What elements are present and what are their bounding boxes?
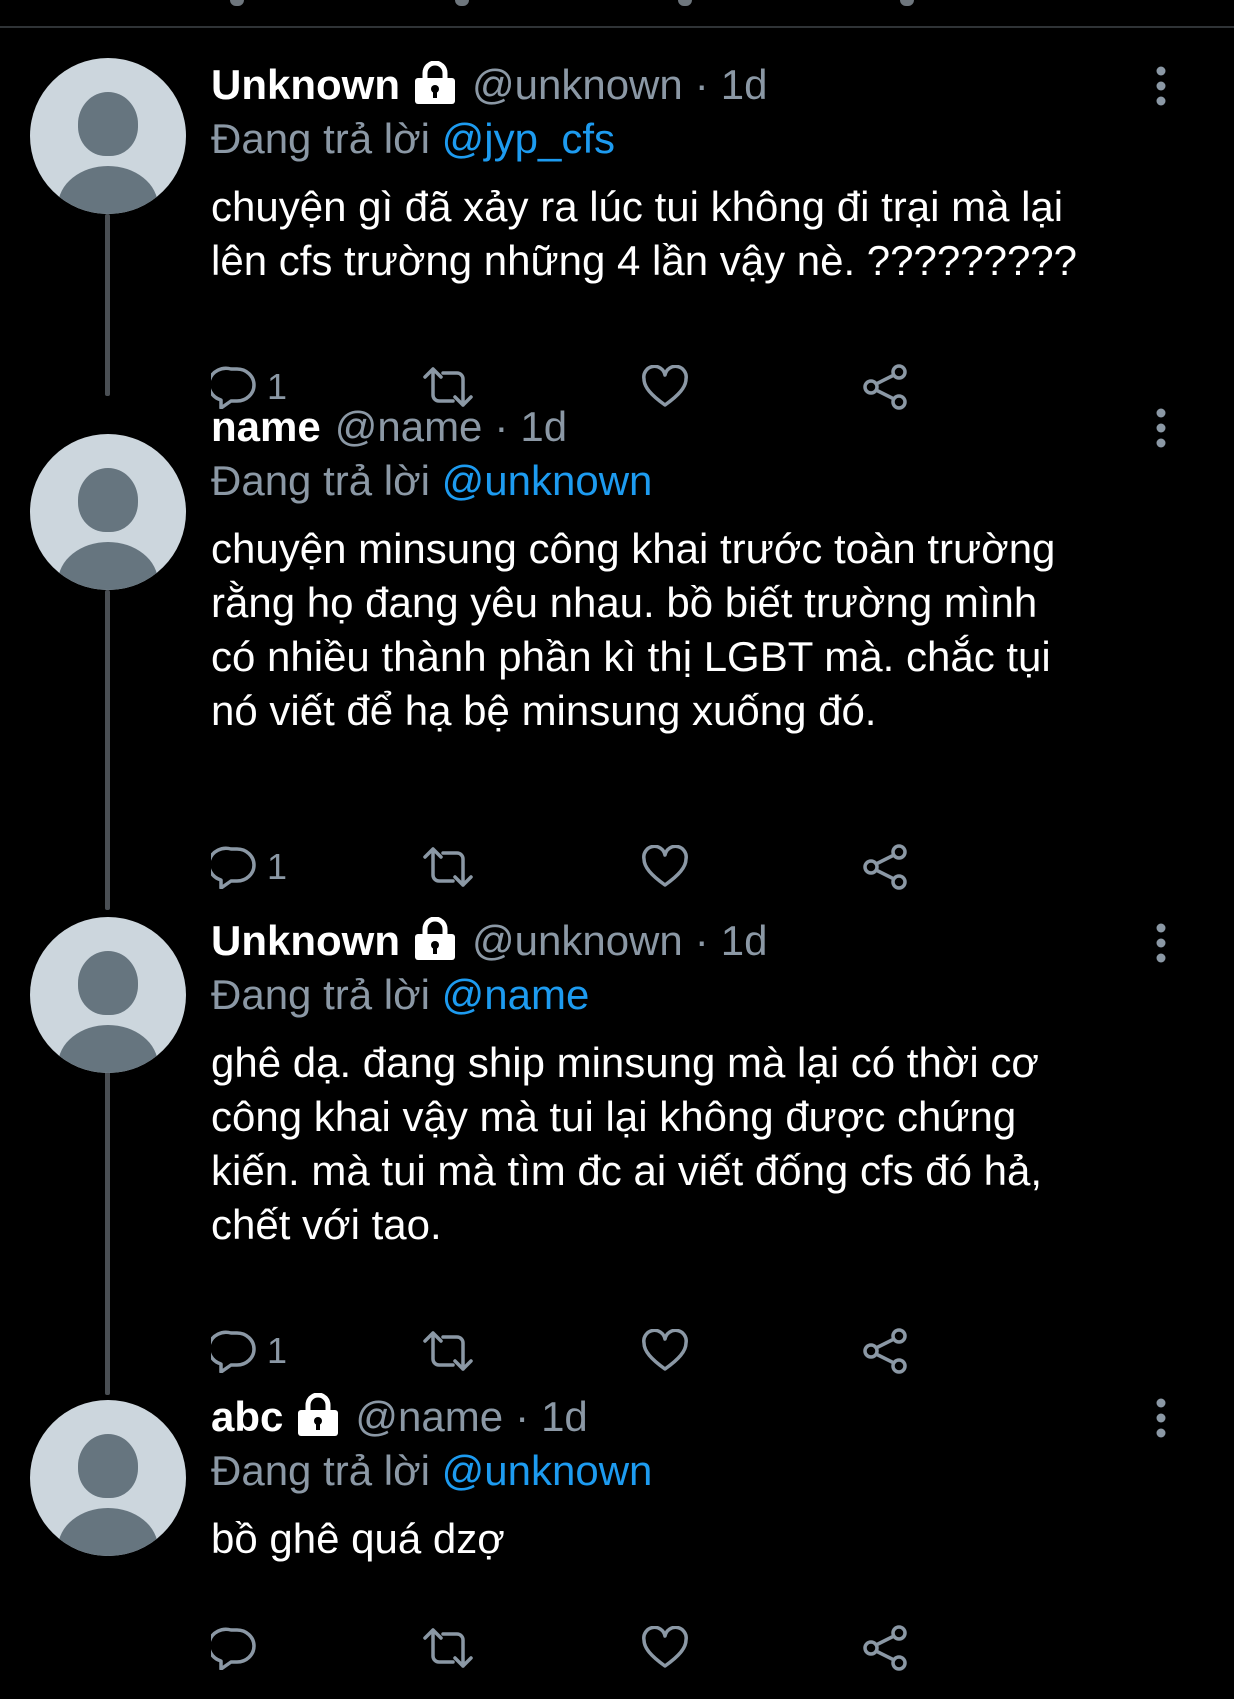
avatar[interactable] [30,917,186,1073]
more-vertical-icon[interactable] [1156,1398,1166,1438]
retweet-button[interactable] [421,1321,475,1381]
replying-to: Đang trả lời @jyp_cfs [211,112,1234,166]
tweet-header: abc @name · 1d [211,1390,1234,1444]
tweet-actions: 1 [211,837,1011,897]
reply-button[interactable]: 1 [211,837,287,897]
reply-mention-link[interactable]: @name [442,971,590,1018]
avatar[interactable] [30,58,186,214]
thread-connector-line [105,1070,110,1395]
reply-icon [211,1627,256,1670]
avatar-body-shape [58,166,158,214]
like-button[interactable] [641,837,689,897]
avatar-body-shape [58,1025,158,1073]
reply-button[interactable] [211,1618,267,1678]
more-vertical-icon[interactable] [1156,66,1166,106]
more-vertical-icon[interactable] [1156,408,1166,448]
share-icon [863,1625,907,1671]
like-button[interactable] [641,1321,689,1381]
tweet-content: name @name · 1d Đang trả lời @unknown ch… [211,400,1234,738]
retweet-icon [423,1331,473,1371]
thread-connector-line [105,214,110,396]
reply-mention-link[interactable]: @unknown [442,457,653,504]
timestamp[interactable]: 1d [721,58,768,112]
timestamp[interactable]: 1d [721,914,768,968]
share-icon [863,844,907,890]
reply-icon [211,846,256,889]
lock-icon [414,917,455,960]
avatar-head-shape [78,92,138,156]
reply-mention-link[interactable]: @unknown [442,1447,653,1494]
retweet-button[interactable] [421,837,475,897]
replying-to: Đang trả lời @unknown [211,1444,1234,1498]
separator-dot: · [515,1393,530,1440]
reply-count: 1 [267,846,288,887]
user-handle[interactable]: @name [355,1390,503,1444]
display-name[interactable]: Unknown [211,58,400,112]
replying-to-label: Đang trả lời [211,115,430,162]
heart-icon [642,1329,688,1371]
reply-button[interactable]: 1 [211,1321,287,1381]
more-vertical-icon[interactable] [1156,923,1166,963]
share-button[interactable] [861,1321,909,1381]
avatar[interactable] [30,434,186,590]
lock-icon [414,61,455,104]
timestamp[interactable]: 1d [520,400,567,454]
heart-icon [642,1626,688,1668]
tweet-actions [211,1618,1011,1678]
previous-tweet-actions-sliver [0,0,1234,8]
reply-count: 1 [267,1330,288,1371]
reply-mention-link[interactable]: @jyp_cfs [442,115,615,162]
tweet-header: Unknown @unknown · 1d [211,914,1234,968]
share-button[interactable] [861,837,909,897]
user-handle[interactable]: @unknown [472,58,683,112]
tweet-text: chuyện gì đã xảy ra lúc tui không đi trạ… [211,183,1078,284]
avatar-head-shape [78,951,138,1015]
tweet-actions: 1 [211,1321,1011,1381]
twitter-thread-page: Unknown @unknown · 1d Đang trả lời @jyp_… [0,0,1234,1699]
avatar-head-shape [78,1434,138,1498]
separator-dot: · [694,917,709,964]
tweet-text: ghê dạ. đang ship minsung mà lại có thời… [211,1039,1043,1248]
user-handle[interactable]: @unknown [472,914,683,968]
replying-to: Đang trả lời @unknown [211,454,1234,508]
thread-connector-line [105,590,110,910]
tweet-content: abc @name · 1d Đang trả lời @unknown bồ … [211,1390,1234,1566]
share-icon [863,1328,907,1374]
avatar-body-shape [58,1508,158,1556]
separator-dot: · [494,403,509,450]
replying-to-label: Đang trả lời [211,1447,430,1494]
replying-to-label: Đang trả lời [211,457,430,504]
timestamp[interactable]: 1d [541,1390,588,1444]
avatar-body-shape [58,542,158,590]
divider [0,26,1234,28]
display-name[interactable]: name [211,400,321,454]
replying-to: Đang trả lời @name [211,968,1234,1022]
tweet-text: bồ ghê quá dzợ [211,1515,505,1562]
lock-icon [298,1393,339,1436]
display-name[interactable]: Unknown [211,914,400,968]
like-button[interactable] [641,1618,689,1678]
tweet-header: name @name · 1d [211,400,1234,454]
tweet-header: Unknown @unknown · 1d [211,58,1234,112]
reply-icon [211,1330,256,1373]
retweet-icon [423,1628,473,1668]
avatar[interactable] [30,1400,186,1556]
heart-icon [642,845,688,887]
display-name[interactable]: abc [211,1390,283,1444]
tweet-content: Unknown @unknown · 1d Đang trả lời @name… [211,914,1234,1252]
share-button[interactable] [861,1618,909,1678]
retweet-button[interactable] [421,1618,475,1678]
retweet-icon [423,847,473,887]
separator-dot: · [694,61,709,108]
tweet-text: chuyện minsung công khai trước toàn trườ… [211,525,1056,734]
user-handle[interactable]: @name [335,400,483,454]
replying-to-label: Đang trả lời [211,971,430,1018]
avatar-head-shape [78,468,138,532]
tweet-content: Unknown @unknown · 1d Đang trả lời @jyp_… [211,58,1234,288]
